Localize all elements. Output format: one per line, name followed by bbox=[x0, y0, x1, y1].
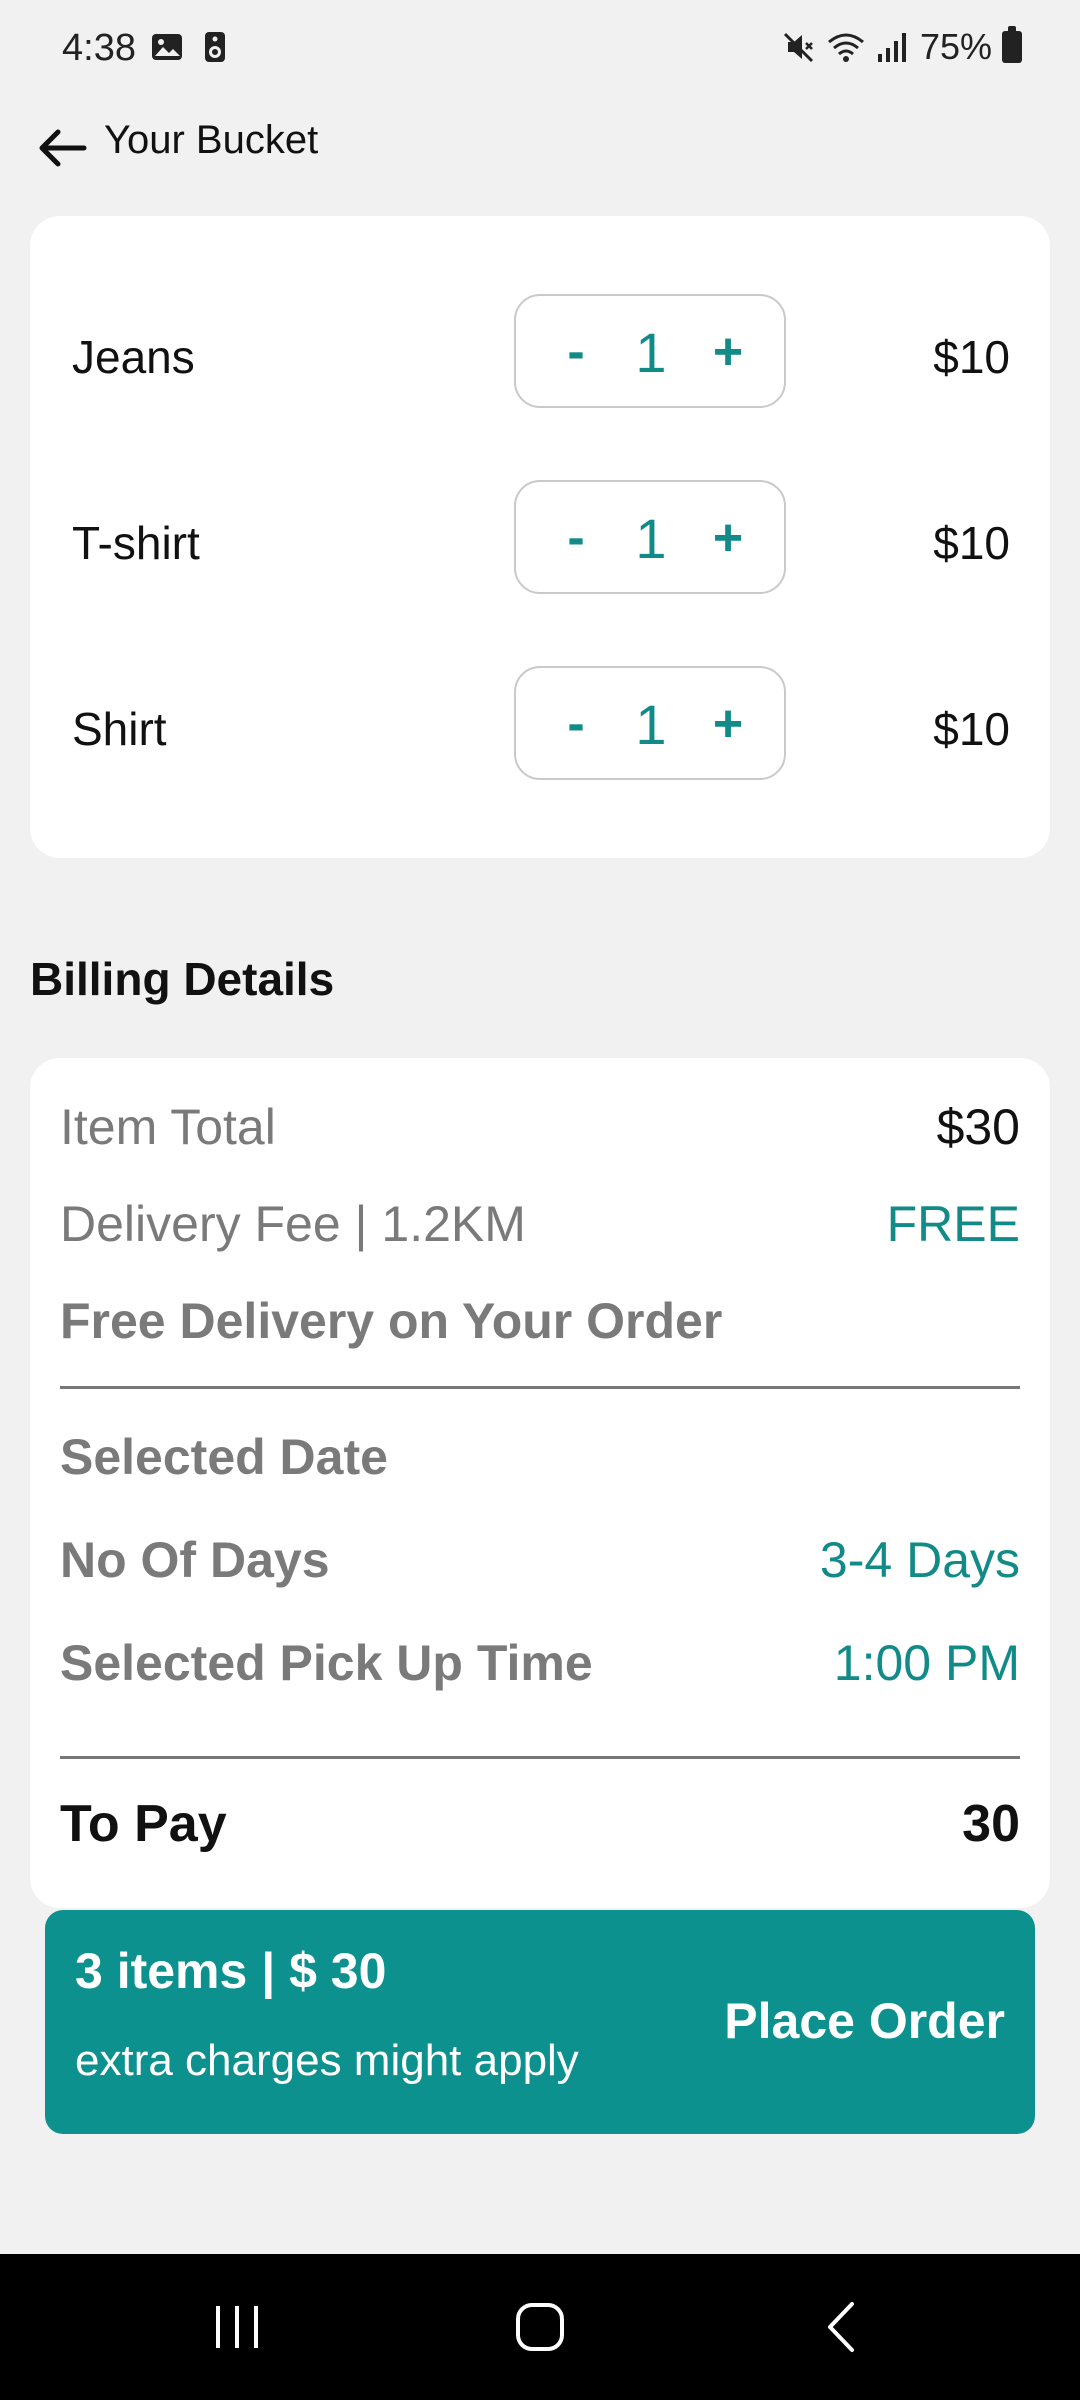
no-of-days-row: No Of Days 3-4 Days bbox=[60, 1531, 1020, 1591]
header: Your Bucket bbox=[0, 110, 1080, 180]
cart-item-row: T-shirt - 1 + $10 bbox=[30, 480, 1050, 594]
quantity-stepper: - 1 + bbox=[514, 666, 786, 780]
billing-heading: Billing Details bbox=[30, 953, 335, 1005]
back-icon[interactable] bbox=[808, 2292, 878, 2362]
mute-icon bbox=[783, 32, 813, 63]
item-name: Jeans bbox=[72, 331, 195, 383]
item-name: Shirt bbox=[72, 703, 167, 755]
selected-date-label: Selected Date bbox=[60, 1429, 388, 1485]
recents-icon[interactable] bbox=[202, 2292, 272, 2362]
battery-percent: 75% bbox=[919, 26, 992, 67]
item-total-label: Item Total bbox=[60, 1099, 276, 1155]
status-bar: 4:38 75% bbox=[0, 0, 1080, 100]
gallery-icon bbox=[152, 34, 182, 60]
to-pay-value: 30 bbox=[962, 1795, 1020, 1853]
decrease-button[interactable]: - bbox=[546, 324, 606, 384]
cart-items-card: Jeans - 1 + $10 T-shirt - 1 + $10 Shirt … bbox=[30, 216, 1050, 858]
pickup-time-value: 1:00 PM bbox=[833, 1635, 1020, 1691]
signal-icon bbox=[877, 33, 906, 62]
increase-button[interactable]: + bbox=[698, 324, 758, 384]
delivery-fee-label: Delivery Fee | 1.2KM bbox=[60, 1196, 526, 1252]
to-pay-label: To Pay bbox=[60, 1795, 227, 1853]
divider bbox=[60, 1756, 1020, 1759]
wifi-icon bbox=[827, 33, 864, 62]
status-right: 75% bbox=[782, 26, 1022, 68]
item-price: $10 bbox=[933, 517, 1010, 569]
quantity-value: 1 bbox=[635, 693, 667, 756]
pickup-time-row: Selected Pick Up Time 1:00 PM bbox=[60, 1634, 1020, 1694]
pickup-time-label: Selected Pick Up Time bbox=[60, 1635, 593, 1691]
item-total-row: Item Total $30 bbox=[60, 1098, 1020, 1158]
delivery-fee-value: FREE bbox=[886, 1196, 1020, 1252]
decrease-button[interactable]: - bbox=[546, 510, 606, 570]
item-name: T-shirt bbox=[72, 517, 200, 569]
system-nav-bar bbox=[0, 2254, 1080, 2400]
home-icon[interactable] bbox=[505, 2292, 575, 2362]
item-price: $10 bbox=[933, 331, 1010, 383]
speaker-icon bbox=[205, 32, 225, 62]
free-delivery-note: Free Delivery on Your Order bbox=[60, 1293, 723, 1349]
order-bar[interactable]: 3 items | $ 30 extra charges might apply… bbox=[45, 1910, 1035, 2134]
delivery-fee-row: Delivery Fee | 1.2KM FREE bbox=[60, 1195, 1020, 1255]
quantity-value: 1 bbox=[635, 507, 667, 570]
extra-charges-note: extra charges might apply bbox=[75, 2036, 579, 2085]
no-of-days-value: 3-4 Days bbox=[819, 1532, 1020, 1588]
increase-button[interactable]: + bbox=[698, 510, 758, 570]
divider bbox=[60, 1386, 1020, 1389]
page-title: Your Bucket bbox=[104, 118, 319, 162]
place-order-button[interactable]: Place Order bbox=[724, 1992, 1005, 2050]
cart-item-row: Jeans - 1 + $10 bbox=[30, 294, 1050, 408]
quantity-stepper: - 1 + bbox=[514, 480, 786, 594]
increase-button[interactable]: + bbox=[698, 696, 758, 756]
item-price: $10 bbox=[933, 703, 1010, 755]
item-total-value: $30 bbox=[936, 1099, 1020, 1155]
decrease-button[interactable]: - bbox=[546, 696, 606, 756]
screen: 4:38 75% Your Bucket Jeans - 1 + $10 T-s… bbox=[0, 0, 1080, 2400]
order-summary: 3 items | $ 30 bbox=[75, 1943, 387, 1999]
quantity-value: 1 bbox=[635, 321, 667, 384]
no-of-days-label: No Of Days bbox=[60, 1532, 330, 1588]
quantity-stepper: - 1 + bbox=[514, 294, 786, 408]
selected-date-row: Selected Date bbox=[60, 1428, 1020, 1488]
status-left-icons bbox=[150, 30, 232, 64]
status-time: 4:38 bbox=[62, 27, 136, 69]
free-delivery-row: Free Delivery on Your Order bbox=[60, 1292, 1020, 1352]
cart-item-row: Shirt - 1 + $10 bbox=[30, 666, 1050, 780]
billing-card: Item Total $30 Delivery Fee | 1.2KM FREE… bbox=[30, 1058, 1050, 1908]
back-arrow-icon[interactable] bbox=[36, 122, 88, 174]
battery-icon bbox=[1002, 26, 1022, 63]
